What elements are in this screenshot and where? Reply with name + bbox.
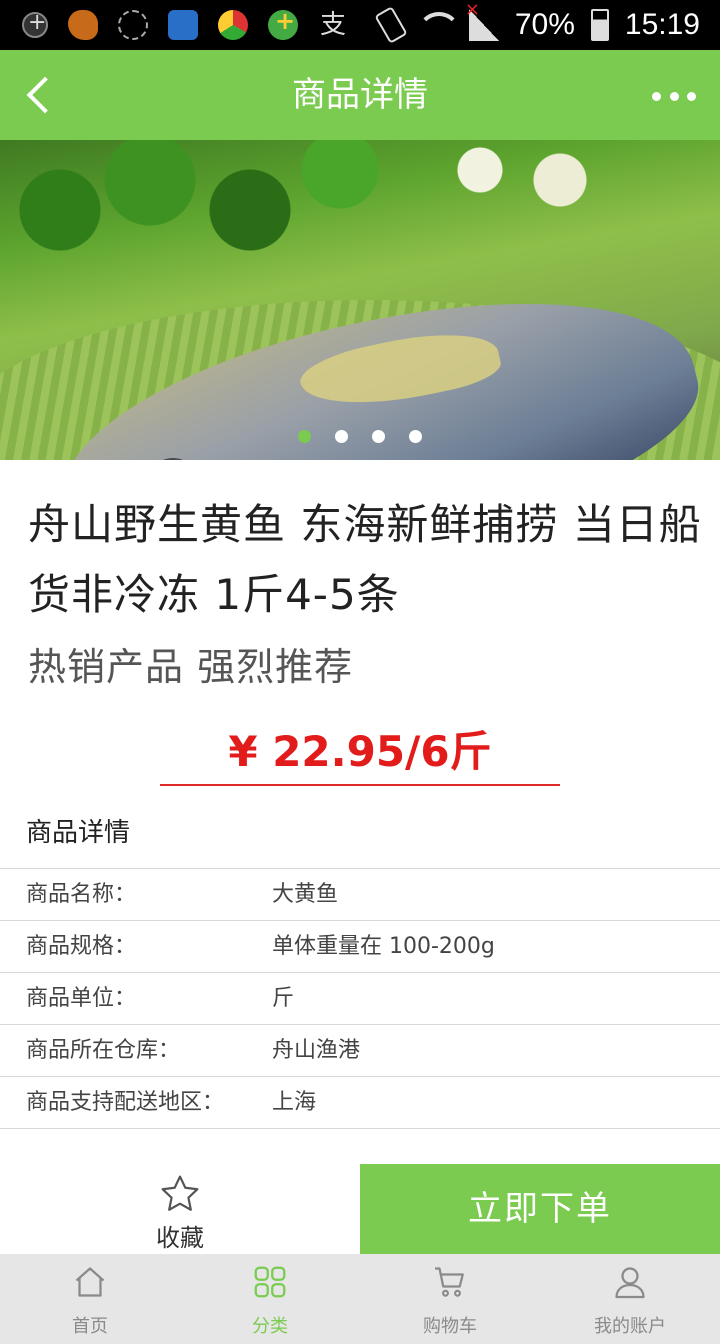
battery-icon <box>590 9 609 41</box>
bottom-navigation: 首页 分类 购物车 我的账户 <box>0 1254 720 1344</box>
nav-item-category[interactable]: 分类 <box>180 1254 360 1344</box>
nav-label: 购物车 <box>423 1316 477 1337</box>
spec-key: 商品规格： <box>26 934 137 959</box>
spec-row: 商品规格： 单体重量在 100-200g <box>0 921 720 973</box>
rotation-icon <box>374 6 408 44</box>
nav-item-home[interactable]: 首页 <box>0 1254 180 1344</box>
spec-value: 舟山渔港 <box>272 1038 361 1063</box>
more-dot-icon <box>669 91 679 101</box>
spec-value: 上海 <box>272 1090 317 1115</box>
grid-icon <box>254 1266 286 1298</box>
nav-item-account[interactable]: 我的账户 <box>540 1254 720 1344</box>
star-icon <box>161 1175 199 1211</box>
favorite-button[interactable]: 收藏 <box>0 1164 360 1254</box>
user-icon <box>615 1267 645 1299</box>
order-now-button[interactable]: 立即下单 <box>360 1164 720 1254</box>
status-bar: 支 70% 15:19 <box>0 0 720 50</box>
spec-value: 斤 <box>272 986 295 1011</box>
spec-row: 商品所在仓库： 舟山渔港 <box>0 1025 720 1077</box>
uc-browser-icon <box>68 10 98 40</box>
details-heading: 商品详情 <box>26 818 131 848</box>
product-image-carousel[interactable] <box>0 140 720 460</box>
spec-row: 商品单位： 斤 <box>0 973 720 1025</box>
carousel-dot[interactable] <box>409 430 422 443</box>
more-dot-icon <box>687 91 696 101</box>
home-icon <box>75 1267 105 1297</box>
carousel-dot[interactable] <box>372 430 385 443</box>
carousel-dot[interactable] <box>335 430 348 443</box>
product-title: 舟山野生黄鱼 东海新鲜捕捞 当日船货非冷冻 1斤4-5条 <box>28 500 702 619</box>
spec-value: 单体重量在 100-200g <box>272 934 495 959</box>
carousel-dot[interactable] <box>298 430 311 443</box>
battery-percent: 70% <box>514 8 575 41</box>
add-icon <box>22 10 48 38</box>
cart-icon <box>435 1267 464 1297</box>
spec-key: 商品支持配送地区： <box>26 1090 225 1115</box>
wifi-app-icon <box>168 10 198 40</box>
nav-item-cart[interactable]: 购物车 <box>360 1254 540 1344</box>
carousel-indicators <box>0 430 720 443</box>
weather-icon <box>118 10 148 40</box>
signal-icon <box>465 0 499 41</box>
more-dot-icon <box>652 91 661 101</box>
spec-key: 商品名称： <box>26 882 137 907</box>
wifi-icon <box>416 12 461 38</box>
product-price: ¥ 22.95/6斤 <box>160 718 560 786</box>
nav-label: 我的账户 <box>594 1316 666 1337</box>
alipay-icon: 支 <box>319 10 346 40</box>
notification-icons: 支 <box>22 7 348 40</box>
spec-table: 商品名称： 大黄鱼 商品规格： 单体重量在 100-200g 商品单位： 斤 商… <box>0 868 720 1129</box>
spec-row: 商品名称： 大黄鱼 <box>0 869 720 921</box>
product-subtitle: 热销产品 强烈推荐 <box>28 645 354 689</box>
security-icon <box>268 7 298 40</box>
spec-value: 大黄鱼 <box>272 882 339 907</box>
app-header: 商品详情 <box>0 50 720 140</box>
nav-label: 首页 <box>72 1316 108 1337</box>
spec-row: 商品支持配送地区： 上海 <box>0 1077 720 1129</box>
app-store-icon <box>218 10 248 40</box>
nav-label: 分类 <box>252 1316 288 1337</box>
garnish-flowers <box>420 140 680 220</box>
app-root: 支 70% 15:19 商品详情 <box>0 0 720 1344</box>
spec-key: 商品单位： <box>26 986 137 1011</box>
garnish-leaves <box>0 140 420 290</box>
clock: 15:19 <box>624 8 700 41</box>
system-indicators: 70% 15:19 <box>374 0 700 50</box>
page-title: 商品详情 <box>292 75 428 115</box>
more-options-button[interactable] <box>652 76 696 116</box>
favorite-label: 收藏 <box>156 1224 204 1252</box>
spec-key: 商品所在仓库： <box>26 1038 181 1063</box>
